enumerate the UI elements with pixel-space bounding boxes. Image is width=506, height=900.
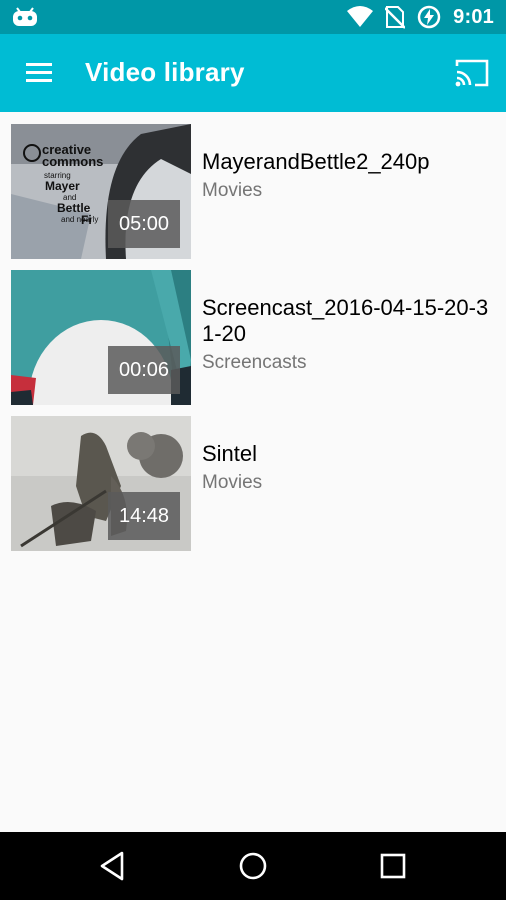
app-bar: Video library [0, 34, 506, 112]
list-item[interactable]: 00:06 Screencast_2016-04-15-20-31-20 Scr… [0, 258, 506, 405]
duration-badge: 14:48 [108, 492, 180, 540]
video-thumbnail: 14:48 [11, 416, 191, 551]
navigation-bar [0, 832, 506, 900]
list-item[interactable]: creative commons starring Mayer and Bett… [0, 112, 506, 259]
page-title: Video library [85, 57, 245, 87]
thumb-text-commons: commons [42, 154, 103, 169]
no-sim-icon [385, 6, 406, 29]
back-icon[interactable] [96, 848, 132, 884]
video-thumbnail: creative commons starring Mayer and Bett… [11, 124, 191, 259]
battery-charging-icon [417, 5, 441, 29]
duration-badge: 00:06 [108, 346, 180, 394]
video-title: Screencast_2016-04-15-20-31-20 [202, 295, 489, 346]
video-title: MayerandBettle2_240p [202, 149, 430, 174]
hamburger-menu-icon[interactable] [22, 56, 56, 90]
thumb-text-fi: Fi [81, 213, 92, 227]
video-category: Movies [202, 472, 263, 493]
video-category: Movies [202, 180, 263, 201]
clock: 9:01 [453, 5, 494, 28]
thumb-text-mayer: Mayer [45, 179, 80, 193]
status-bar: 9:01 [0, 0, 506, 34]
video-title: Sintel [202, 441, 258, 466]
video-category: Screencasts [202, 352, 307, 373]
recents-icon[interactable] [375, 848, 411, 884]
android-debug-icon [13, 7, 37, 26]
duration-badge: 05:00 [108, 200, 180, 248]
wifi-icon [347, 6, 374, 27]
list-item[interactable]: 14:48 Sintel Movies [0, 404, 506, 551]
video-thumbnail: 00:06 [11, 270, 191, 405]
cast-icon[interactable] [454, 56, 490, 90]
thumb-text-nearly: and nearly [61, 215, 98, 224]
home-icon[interactable] [235, 848, 271, 884]
